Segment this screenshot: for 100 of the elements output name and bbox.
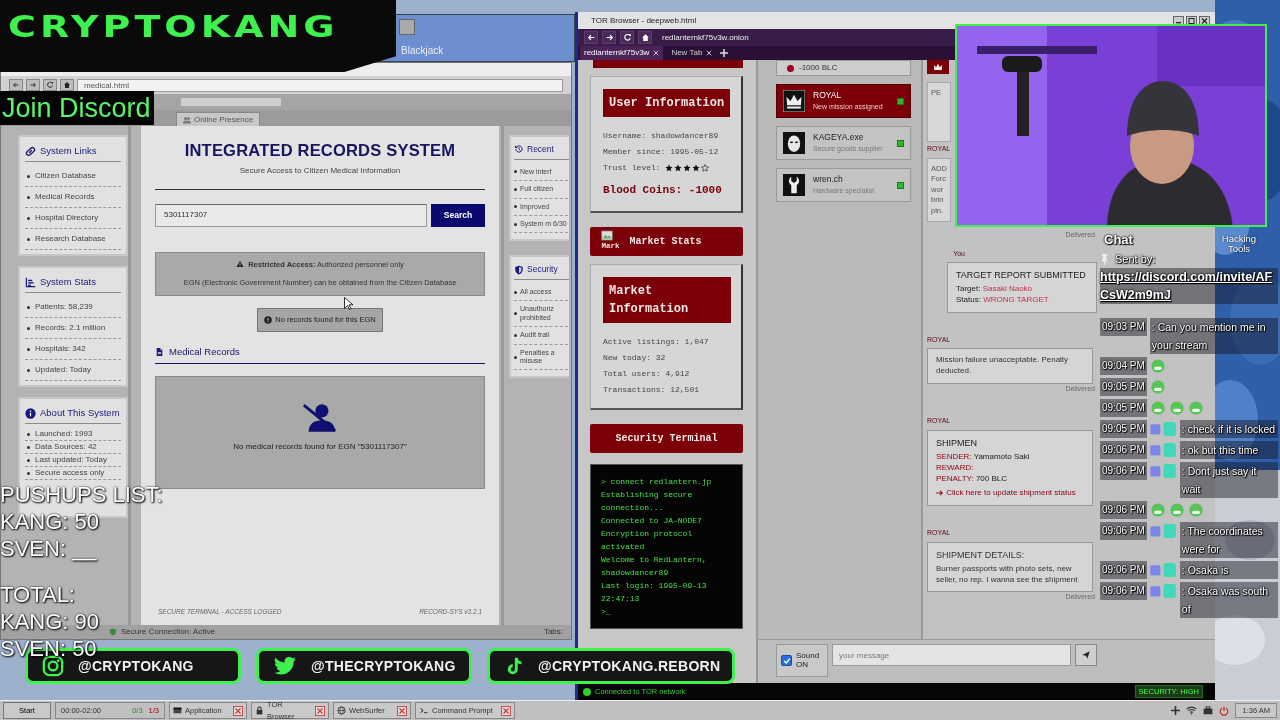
message-time: 09:06 PM — [1100, 462, 1147, 480]
message-time: 09:05 PM — [1100, 420, 1147, 438]
update-link[interactable]: Click here to update shipment status — [936, 488, 1084, 500]
contact-button[interactable] — [927, 60, 949, 74]
nav-button[interactable] — [638, 31, 652, 44]
broken-image-icon — [601, 229, 614, 241]
terminal-line: Encryption protocol activated — [601, 527, 694, 553]
pin-icon — [1100, 253, 1109, 265]
message-title: SHIPMENT DETAILS: — [936, 548, 1026, 561]
coin-icon — [787, 64, 794, 72]
field-text: REWARD: — [936, 462, 975, 474]
field-text: PENALTY: 700 BLC — [936, 473, 1009, 485]
link-icon — [25, 145, 36, 157]
window-title: TOR Browser - deepweb.html — [591, 14, 697, 27]
message-time: 09:05 PM — [1100, 399, 1147, 417]
sidebar-link[interactable]: Citizen Database — [35, 170, 96, 183]
send-button[interactable] — [1075, 644, 1097, 666]
bullet-icon — [27, 471, 30, 475]
shield-icon — [514, 264, 524, 275]
terminal-icon — [419, 706, 429, 715]
forward-arrow-icon — [29, 81, 37, 89]
bar-chart-icon — [25, 276, 36, 288]
bullet-icon — [27, 195, 30, 199]
message-time: 09:06 PM — [1100, 501, 1147, 519]
bullet-icon — [514, 290, 517, 294]
emote-icon — [1168, 503, 1185, 517]
bullet-icon — [27, 458, 30, 462]
social-handle: @CRYPTOKANG — [78, 656, 194, 676]
instagram-icon — [42, 655, 64, 677]
emote-icon — [1149, 401, 1166, 415]
wifi-icon[interactable] — [1186, 706, 1198, 715]
briefcase-icon[interactable] — [1203, 706, 1214, 715]
refresh-icon — [622, 33, 632, 42]
home-icon — [640, 33, 650, 42]
window-button[interactable] — [399, 19, 415, 35]
terminal-line: Welcome to RedLantern, shadowdancer89 — [601, 553, 708, 579]
bullet-icon — [514, 187, 517, 191]
bullet-icon — [27, 445, 30, 449]
browser-tab[interactable]: redlanternkf75v3w — [580, 46, 664, 60]
bullet-icon — [27, 305, 30, 309]
search-button[interactable]: Search — [431, 203, 485, 227]
power-icon[interactable] — [1219, 705, 1230, 716]
panel-title: Recent — [527, 143, 554, 156]
file-icon — [155, 346, 164, 357]
emote-icon — [1168, 401, 1185, 415]
info-text: Records: 2.1 million — [35, 322, 106, 335]
logo-text: CRYPTOKANG — [8, 8, 339, 46]
bullet-icon — [27, 368, 30, 372]
discord-banner: Join Discord — [0, 91, 154, 125]
bullet-icon — [27, 432, 30, 436]
address-bar[interactable]: medical.html — [77, 78, 563, 92]
message-time: 09:06 PM — [1100, 522, 1147, 540]
sidebar-link[interactable]: Research Database — [35, 233, 106, 246]
browser-tab[interactable]: Online Presence — [176, 112, 261, 126]
message-title: SHIPMEN — [936, 436, 978, 449]
info-text: Updated: Today — [35, 364, 91, 377]
sidebar-link[interactable]: Hospital Directory — [35, 212, 99, 225]
sidebar-link[interactable]: Medical Records — [35, 191, 95, 204]
emote-icon — [1149, 359, 1166, 373]
checkbox[interactable] — [781, 655, 792, 666]
globe-icon — [337, 706, 346, 715]
terminal-line: > connect redlantern.jp — [601, 475, 713, 488]
browser-tab[interactable]: New Tab — [667, 46, 717, 60]
bullet-icon — [514, 355, 517, 359]
status-text: Secure Connection: Active — [121, 626, 215, 638]
warning-icon — [236, 260, 245, 269]
bullet-icon — [514, 170, 517, 174]
chat-title: Chat — [1104, 231, 1133, 249]
overlay-text: PUSHUPS LIST: — [0, 481, 163, 508]
terminal-line: Connected to JA-NODE7 — [601, 514, 703, 527]
field-text: Target: Sasaki Naoko — [956, 284, 1034, 295]
back-arrow-icon — [586, 33, 596, 42]
plus-icon[interactable] — [1171, 706, 1181, 715]
back-arrow-icon — [12, 81, 20, 89]
balance-text: Blood Coins: -1000 — [603, 183, 723, 198]
section-title: Market Stats — [629, 234, 702, 249]
bullet-icon — [27, 347, 30, 351]
nav-button[interactable] — [602, 31, 616, 44]
bullet-icon — [514, 205, 517, 209]
panel-title: System Stats — [40, 275, 96, 289]
search-field[interactable]: 5301117307 — [155, 203, 427, 227]
message-field[interactable]: your message — [832, 644, 1071, 666]
social-handle: @CRYPTOKANG.REBORN — [538, 656, 721, 676]
message-time: 09:06 PM — [1100, 561, 1147, 579]
nav-button[interactable] — [620, 31, 634, 44]
section-title: Medical Records — [169, 344, 240, 359]
nav-button[interactable] — [584, 31, 598, 44]
nav-button[interactable] — [60, 79, 74, 91]
people-icon — [183, 115, 191, 124]
info-text: Username: shadowdancer89 — [603, 130, 720, 142]
connection-dot — [583, 687, 591, 696]
info-text: Launched: 1993 — [35, 429, 93, 440]
emote-icon — [1187, 401, 1204, 415]
sound-toggle[interactable]: Sound ON — [776, 644, 828, 677]
refresh-icon — [46, 81, 54, 89]
info-text: Data Sources: 42 — [35, 442, 97, 453]
wrench-icon — [783, 174, 805, 196]
bullet-icon — [27, 216, 30, 220]
lock-icon — [255, 706, 264, 715]
window-title: Blackjack — [401, 44, 444, 58]
